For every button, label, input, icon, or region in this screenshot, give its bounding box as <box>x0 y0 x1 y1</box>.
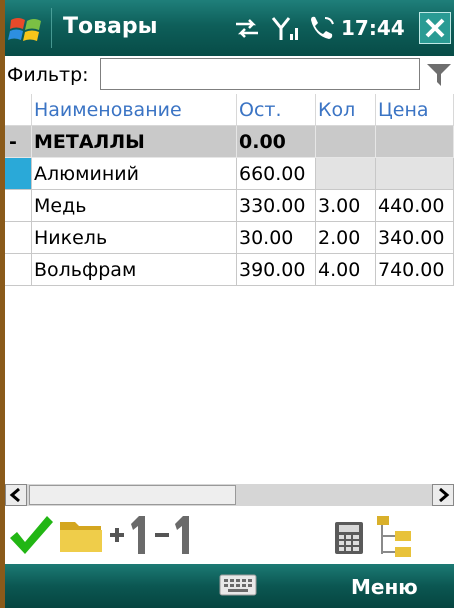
tree-structure-icon[interactable] <box>373 510 417 560</box>
scroll-right-button[interactable] <box>432 484 454 506</box>
row-price: 740.00 <box>376 254 454 286</box>
filter-label: Фильтр: <box>7 64 89 86</box>
row-name: Никель <box>32 222 237 254</box>
table-row[interactable]: Алюминий 660.00 <box>5 158 454 190</box>
row-qty: 3.00 <box>316 190 376 222</box>
row-qty: 4.00 <box>316 254 376 286</box>
products-grid: Наименование Ост. Кол Цена - МЕТАЛЛЫ 0.0… <box>5 94 454 286</box>
row-selection-marker <box>5 158 32 190</box>
grid-header-marker <box>5 94 32 126</box>
row-rest: 390.00 <box>237 254 316 286</box>
close-icon <box>425 18 445 38</box>
group-qty <box>316 126 376 158</box>
folder-icon[interactable] <box>57 510 105 560</box>
minus-one-button[interactable] <box>153 510 201 560</box>
signal-strength-icon <box>271 17 298 40</box>
table-row[interactable]: Никель 30.00 2.00 340.00 <box>5 222 454 254</box>
app-window: Товары 17:44 Фильтр: Наименование Ост. К… <box>5 0 454 608</box>
checkmark-icon[interactable] <box>7 510 55 560</box>
grid-header-row: Наименование Ост. Кол Цена <box>5 94 454 126</box>
table-row[interactable]: Медь 330.00 3.00 440.00 <box>5 190 454 222</box>
scroll-right-icon <box>439 487 450 503</box>
row-price: 440.00 <box>376 190 454 222</box>
column-header-qty[interactable]: Кол <box>316 94 376 126</box>
sync-arrows-icon <box>236 19 258 38</box>
row-qty: 2.00 <box>316 222 376 254</box>
row-rest: 660.00 <box>237 158 316 190</box>
row-marker <box>5 222 32 254</box>
horizontal-scrollbar[interactable] <box>5 484 454 506</box>
group-toggle[interactable]: - <box>5 126 32 158</box>
minus-one-icon <box>155 516 189 554</box>
row-price: 340.00 <box>376 222 454 254</box>
scroll-left-button[interactable] <box>5 484 27 506</box>
filter-row: Фильтр: <box>5 56 454 94</box>
keyboard-icon[interactable] <box>218 572 258 598</box>
close-button[interactable] <box>419 12 451 44</box>
group-name: МЕТАЛЛЫ <box>32 126 237 158</box>
column-header-name[interactable]: Наименование <box>32 94 237 126</box>
table-row[interactable]: Вольфрам 390.00 4.00 740.00 <box>5 254 454 286</box>
group-rest: 0.00 <box>237 126 316 158</box>
scroll-thumb[interactable] <box>29 485 236 505</box>
row-marker <box>5 190 32 222</box>
column-header-price[interactable]: Цена <box>376 94 454 126</box>
title-bar: Товары 17:44 <box>5 0 454 56</box>
row-name: Вольфрам <box>32 254 237 286</box>
group-row[interactable]: - МЕТАЛЛЫ 0.00 <box>5 126 454 158</box>
plus-one-button[interactable] <box>107 510 153 560</box>
scroll-left-icon <box>9 487 20 503</box>
softkey-bar: Меню <box>5 564 454 608</box>
group-price <box>376 126 454 158</box>
command-toolbar <box>5 506 454 564</box>
row-marker <box>5 254 32 286</box>
clock-time: 17:44 <box>341 16 405 40</box>
row-rest: 30.00 <box>237 222 316 254</box>
windows-start-icon[interactable] <box>7 12 47 46</box>
funnel-filter-icon[interactable] <box>426 62 452 88</box>
row-rest: 330.00 <box>237 190 316 222</box>
column-header-rest[interactable]: Ост. <box>237 94 316 126</box>
row-name: Алюминий <box>32 158 237 190</box>
filter-input[interactable] <box>100 58 420 90</box>
phone-call-icon <box>311 16 334 39</box>
menu-softkey[interactable]: Меню <box>351 575 418 599</box>
row-price <box>376 158 454 190</box>
calculator-icon[interactable] <box>331 510 367 560</box>
app-title: Товары <box>63 14 158 39</box>
row-name: Медь <box>32 190 237 222</box>
row-qty <box>316 158 376 190</box>
plus-one-icon <box>110 516 145 554</box>
title-separator <box>51 8 52 48</box>
